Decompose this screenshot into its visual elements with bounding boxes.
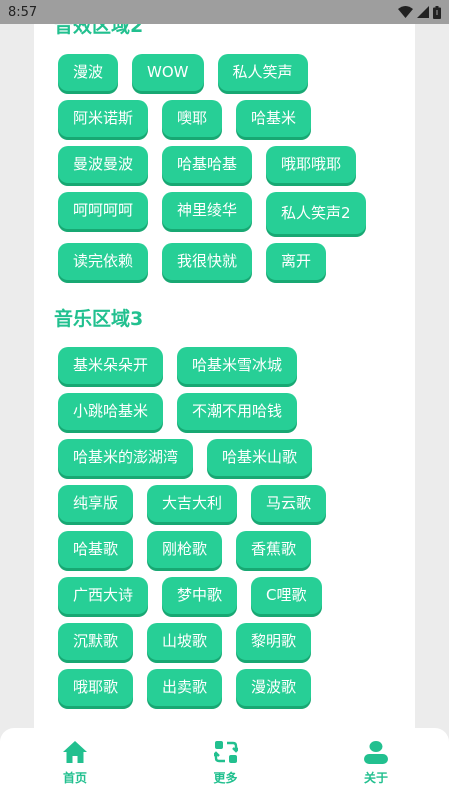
music-chip[interactable]: 山坡歌 <box>147 623 223 660</box>
music-chip[interactable]: 广西大诗 <box>58 577 149 614</box>
music-chip[interactable]: 不潮不用哈钱 <box>177 393 298 430</box>
nav-more[interactable]: 更多 <box>191 728 261 798</box>
nav-about-label: 关于 <box>363 771 388 785</box>
section-music: 音乐区域3 基米朵朵开 哈基米雪冰城 小跳哈基米 不潮不用哈钱 哈基米的澎湖湾 … <box>34 299 415 706</box>
nav-home[interactable]: 首页 <box>40 728 110 798</box>
sound-chip[interactable]: 噢耶 <box>162 100 223 137</box>
content-card: 音效区域2 漫波 WOW 私人笑声 阿米诺斯 噢耶 哈基米 曼波曼波 哈基哈基 … <box>34 0 415 740</box>
sound-chip[interactable]: 私人笑声 <box>217 54 308 91</box>
sound-chip[interactable]: 呵呵呵呵 <box>58 192 149 229</box>
music-chip[interactable]: 哈基歌 <box>58 531 134 568</box>
chip-list: 基米朵朵开 哈基米雪冰城 小跳哈基米 不潮不用哈钱 哈基米的澎湖湾 哈基米山歌 … <box>54 347 398 706</box>
music-chip[interactable]: 哈基米的澎湖湾 <box>58 439 194 476</box>
sound-chip[interactable]: 阿米诺斯 <box>58 100 149 137</box>
person-icon <box>364 741 388 764</box>
home-icon <box>63 741 87 763</box>
music-chip[interactable]: 基米朵朵开 <box>58 347 164 384</box>
signal-icon <box>417 6 429 18</box>
sound-chip[interactable]: 私人笑声2 <box>266 192 366 234</box>
music-chip[interactable]: 小跳哈基米 <box>58 393 164 430</box>
nav-more-label: 更多 <box>213 771 238 785</box>
sound-chip[interactable]: 离开 <box>266 243 327 280</box>
music-chip[interactable]: 黎明歌 <box>236 623 312 660</box>
swap-icon <box>213 741 238 763</box>
music-chip[interactable]: 哈基米雪冰城 <box>177 347 298 384</box>
nav-home-label: 首页 <box>62 771 87 785</box>
music-chip[interactable]: 哦耶歌 <box>58 669 134 706</box>
music-chip[interactable]: 梦中歌 <box>162 577 238 614</box>
sound-chip[interactable]: 哦耶哦耶 <box>266 146 357 183</box>
wifi-icon <box>398 6 413 18</box>
music-chip[interactable]: 香蕉歌 <box>236 531 312 568</box>
battery-icon <box>433 5 441 19</box>
sound-chip[interactable]: 我很快就 <box>162 243 253 280</box>
sound-chip[interactable]: 哈基米 <box>236 100 312 137</box>
music-chip[interactable]: 刚枪歌 <box>147 531 223 568</box>
music-chip[interactable]: C哩歌 <box>251 577 322 614</box>
music-chip[interactable]: 纯享版 <box>58 485 134 522</box>
music-chip[interactable]: 出卖歌 <box>147 669 223 706</box>
sound-chip[interactable]: 漫波 <box>58 54 119 91</box>
music-chip[interactable]: 哈基米山歌 <box>207 439 313 476</box>
nav-about[interactable]: 关于 <box>341 728 411 798</box>
music-chip[interactable]: 大吉大利 <box>147 485 238 522</box>
sound-chip[interactable]: 读完依赖 <box>58 243 149 280</box>
sound-chip[interactable]: 神里绫华 <box>162 192 253 229</box>
status-time: 8:57 <box>8 4 38 20</box>
music-chip[interactable]: 沉默歌 <box>58 623 134 660</box>
status-bar: 8:57 <box>0 0 449 24</box>
chip-list: 漫波 WOW 私人笑声 阿米诺斯 噢耶 哈基米 曼波曼波 哈基哈基 哦耶哦耶 呵… <box>54 54 398 280</box>
music-chip[interactable]: 漫波歌 <box>236 669 312 706</box>
section-title: 音乐区域3 <box>54 308 144 330</box>
section-sound-effects: 音效区域2 漫波 WOW 私人笑声 阿米诺斯 噢耶 哈基米 曼波曼波 哈基哈基 … <box>34 6 415 280</box>
music-chip[interactable]: 马云歌 <box>251 485 327 522</box>
sound-chip[interactable]: 曼波曼波 <box>58 146 149 183</box>
sound-chip[interactable]: WOW <box>132 54 204 91</box>
sound-chip[interactable]: 哈基哈基 <box>162 146 253 183</box>
status-icons <box>398 5 441 19</box>
bottom-nav: 首页 更多 关于 <box>0 728 449 798</box>
